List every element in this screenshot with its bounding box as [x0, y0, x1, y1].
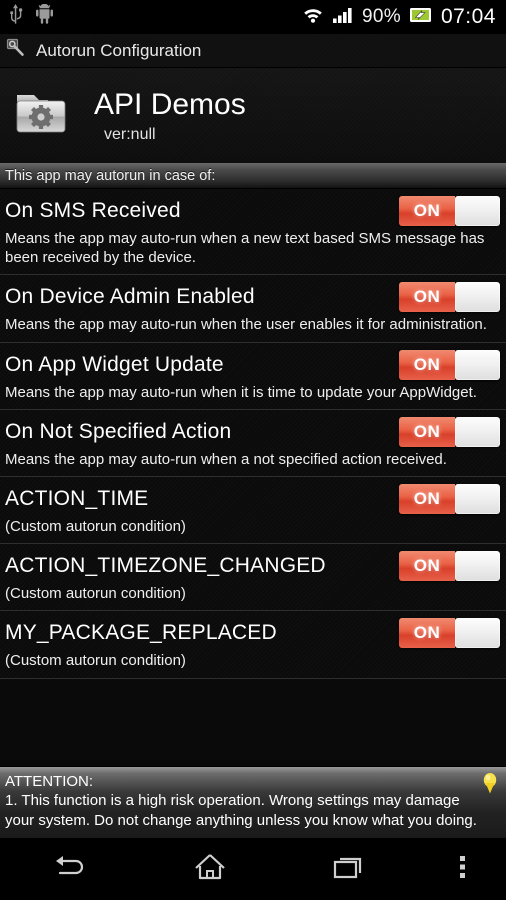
toggle-on-label: ON: [399, 618, 455, 649]
usb-icon: [8, 4, 23, 30]
toggle-on-label: ON: [399, 483, 455, 514]
lightbulb-icon: [480, 771, 500, 803]
back-button[interactable]: [0, 852, 140, 887]
autorun-toggle[interactable]: ON: [399, 483, 500, 514]
toggle-thumb: [455, 551, 500, 582]
list-item-title: On App Widget Update: [5, 352, 224, 376]
list-item[interactable]: On App Widget Update ON Means the app ma…: [0, 342, 506, 410]
home-button[interactable]: [140, 851, 280, 888]
autorun-toggle[interactable]: ON: [399, 196, 500, 226]
list-item[interactable]: On Not Specified Action ON Means the app…: [0, 409, 506, 477]
list-item-header: On SMS Received ON: [0, 195, 506, 227]
search-icon[interactable]: [6, 38, 26, 63]
list-item[interactable]: ACTION_TIME ON (Custom autorun condition…: [0, 476, 506, 545]
app-meta: API Demos ver:null: [94, 88, 246, 144]
toggle-on-label: ON: [399, 551, 455, 582]
recents-button[interactable]: [280, 852, 420, 887]
autorun-toggle[interactable]: ON: [399, 282, 500, 313]
action-bar: Autorun Configuration: [0, 34, 506, 68]
list-item-title: On SMS Received: [5, 199, 181, 222]
battery-percent-label: 90%: [362, 6, 401, 27]
battery-charging-icon: [409, 6, 433, 29]
autorun-toggle[interactable]: ON: [399, 618, 500, 649]
list-item-description: Means the app may auto-run when a not sp…: [5, 450, 447, 468]
list-item-header: MY_PACKAGE_REPLACED ON: [0, 617, 506, 649]
list-item-header: On App Widget Update ON: [0, 349, 506, 381]
recents-icon: [332, 852, 368, 887]
signal-icon: [332, 6, 354, 29]
status-bar-right-icons: 90% 07:04: [302, 5, 496, 29]
list-item[interactable]: MY_PACKAGE_REPLACED ON (Custom autorun c…: [0, 611, 506, 679]
back-arrow-icon: [50, 852, 90, 887]
action-bar-title: Autorun Configuration: [36, 40, 202, 60]
list-item-header: On Not Specified Action ON: [0, 416, 506, 448]
wifi-icon: [302, 6, 324, 29]
toggle-thumb: [455, 416, 500, 447]
list-item-title: On Not Specified Action: [5, 419, 232, 443]
overflow-button[interactable]: [420, 853, 506, 886]
list-item-description: Means the app may auto-run when it is ti…: [5, 383, 477, 401]
autorun-toggle[interactable]: ON: [399, 349, 500, 380]
list-item[interactable]: On SMS Received ON Means the app may aut…: [0, 189, 506, 276]
autorun-toggle[interactable]: ON: [399, 416, 500, 447]
home-icon: [192, 851, 228, 888]
list-item-title: ACTION_TIMEZONE_CHANGED: [5, 554, 326, 578]
list-item-description: Means the app may auto-run when a new te…: [5, 230, 485, 267]
attention-panel: ATTENTION: 1. This function is a high ri…: [0, 765, 506, 838]
list-item-title: MY_PACKAGE_REPLACED: [5, 621, 277, 645]
list-item[interactable]: On Device Admin Enabled ON Means the app…: [0, 275, 506, 343]
toggle-thumb: [455, 349, 500, 380]
list-item[interactable]: ACTION_TIMEZONE_CHANGED ON (Custom autor…: [0, 544, 506, 612]
toggle-thumb: [455, 282, 500, 313]
autorun-toggle[interactable]: ON: [399, 551, 500, 582]
list-item-header: On Device Admin Enabled ON: [0, 281, 506, 313]
app-version-label: ver:null: [104, 125, 156, 143]
list-item-title: ACTION_TIME: [5, 486, 149, 510]
toggle-thumb: [455, 483, 500, 514]
attention-body: 1. This function is a high risk operatio…: [5, 792, 477, 829]
folder-gear-icon: [14, 88, 72, 143]
list-item-description: (Custom autorun condition): [5, 585, 186, 603]
list-item-description: (Custom autorun condition): [5, 517, 186, 535]
toggle-thumb: [455, 618, 500, 649]
list-item-description: (Custom autorun condition): [5, 652, 186, 670]
toggle-on-label: ON: [399, 282, 455, 313]
attention-heading: ATTENTION:: [5, 772, 94, 790]
toggle-on-label: ON: [399, 416, 455, 447]
page-title: API Demos: [94, 87, 246, 121]
toggle-thumb: [455, 196, 500, 226]
status-bar: 90% 07:04: [0, 0, 506, 34]
android-robot-icon: [35, 3, 54, 30]
list-item-header: ACTION_TIMEZONE_CHANGED ON: [0, 550, 506, 582]
status-bar-clock: 07:04: [440, 5, 496, 28]
list-item-description: Means the app may auto-run when the user…: [5, 316, 487, 334]
toggle-on-label: ON: [399, 196, 455, 226]
status-bar-left-icons: [8, 3, 54, 30]
section-header: This app may autorun in case of:: [0, 163, 506, 189]
list-item-title: On Device Admin Enabled: [5, 285, 255, 309]
overflow-menu-icon: [459, 853, 467, 886]
app-header: API Demos ver:null: [0, 68, 506, 163]
list-item-header: ACTION_TIME ON: [0, 483, 506, 515]
autorun-list: On SMS Received ON Means the app may aut…: [0, 189, 506, 679]
navigation-bar: [0, 838, 506, 900]
android-screen: 90% 07:04 Autorun Configuration API Demo…: [0, 0, 506, 900]
toggle-on-label: ON: [399, 349, 455, 380]
